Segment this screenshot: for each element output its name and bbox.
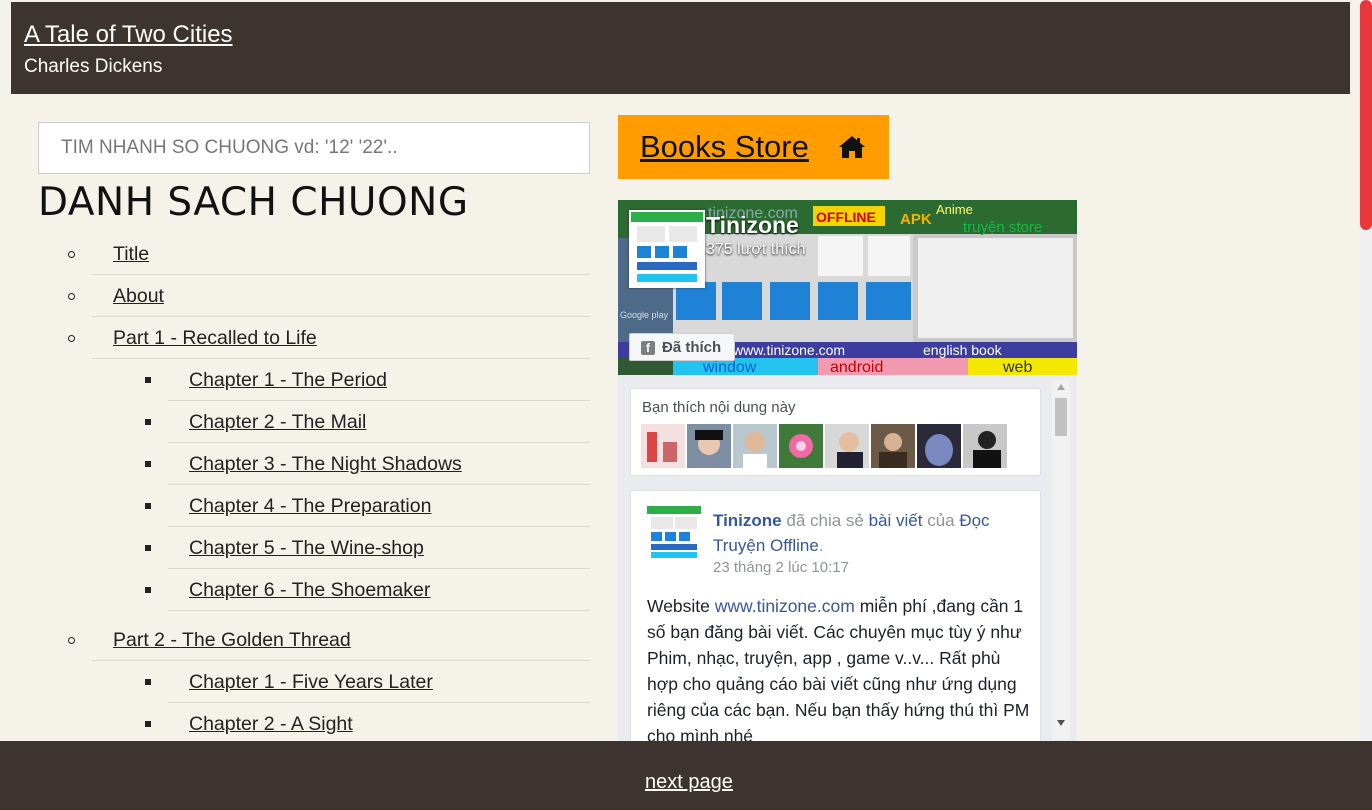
facebook-scrollbar-thumb[interactable]: [1055, 398, 1067, 436]
home-icon: [839, 136, 865, 158]
circle-bullet-icon: [68, 637, 75, 644]
post-timestamp[interactable]: 23 tháng 2 lúc 10:17: [713, 559, 849, 576]
toc-link[interactable]: Chapter 4 - The Preparation: [189, 495, 431, 518]
toc-link[interactable]: Chapter 3 - The Night Shadows: [189, 453, 462, 476]
post-body-prefix: Website: [647, 596, 715, 616]
friend-avatar[interactable]: [825, 424, 869, 468]
toc-part-item: Part 1 - Recalled to Life: [68, 317, 590, 359]
toc-link[interactable]: Chapter 2 - A Sight: [189, 713, 353, 736]
post-shared-link[interactable]: bài viết: [869, 511, 923, 530]
cover-text-store: truyện store: [963, 219, 1042, 236]
cover-text-english: english book: [923, 342, 1003, 358]
square-bullet-icon: [145, 503, 151, 509]
post-author-avatar[interactable]: [647, 506, 701, 560]
facebook-liked-button[interactable]: f Đã thích: [629, 333, 735, 361]
facebook-page-widget: tinizone.com OFFLINE APK Anime truyện st…: [618, 200, 1077, 745]
facebook-post-card: Tinizone đã chia sẻ bài viết của Đọc Tru…: [630, 490, 1041, 745]
cover-text-googleplay: Google play: [620, 310, 669, 320]
site-footer: next page: [0, 741, 1372, 810]
book-author: Charles Dickens: [24, 56, 163, 77]
square-bullet-icon: [145, 679, 151, 685]
circle-bullet-icon: [68, 335, 75, 342]
post-author-link[interactable]: Tinizone: [713, 511, 782, 530]
page-scrollbar[interactable]: [1360, 0, 1372, 810]
square-bullet-icon: [145, 587, 151, 593]
facebook-widget-scrollbar[interactable]: [1052, 380, 1070, 740]
toc-chapter-item: Chapter 2 - The Mail: [145, 401, 590, 443]
toc-link[interactable]: Title: [113, 243, 149, 266]
toc-part-item: Title: [68, 233, 590, 275]
post-shared-text: đã chia sẻ: [781, 511, 869, 530]
cover-text-window: window: [702, 359, 757, 375]
toc-link[interactable]: Chapter 1 - Five Years Later: [189, 671, 433, 694]
friend-avatar[interactable]: [871, 424, 915, 468]
post-period: .: [818, 536, 824, 555]
scroll-up-arrow-icon[interactable]: [1057, 384, 1065, 390]
cover-text-web: web: [1002, 359, 1032, 375]
friend-avatar[interactable]: [641, 424, 685, 468]
toc-part-item: About: [68, 275, 590, 317]
facebook-liked-label: Đã thích: [662, 339, 722, 356]
circle-bullet-icon: [68, 293, 75, 300]
toc-chapter-item: Chapter 3 - The Night Shadows: [145, 443, 590, 485]
toc-link[interactable]: Part 1 - Recalled to Life: [113, 327, 317, 350]
square-bullet-icon: [145, 545, 151, 551]
chapter-search-input[interactable]: [38, 122, 590, 174]
cover-text-url: www.tinizone.com: [732, 342, 845, 358]
facebook-icon: f: [641, 341, 655, 355]
scroll-down-arrow-icon[interactable]: [1057, 720, 1065, 726]
toc-link[interactable]: Chapter 1 - The Period: [189, 369, 387, 392]
toc-link[interactable]: Chapter 5 - The Wine-shop: [189, 537, 424, 560]
chapter-list-heading: DANH SACH CHUONG: [38, 180, 469, 225]
toc-chapter-item: Chapter 1 - Five Years Later: [145, 661, 590, 703]
facebook-friends-card: Bạn thích nội dung này: [630, 388, 1041, 476]
cover-text-android: android: [830, 359, 883, 375]
cover-text-apk: APK: [900, 211, 932, 228]
post-of-text: của: [922, 511, 960, 530]
square-bullet-icon: [145, 721, 151, 727]
books-store-label: Books Store: [640, 129, 809, 164]
site-header: A Tale of Two Cities Charles Dickens: [11, 2, 1350, 94]
toc-link[interactable]: Part 2 - The Golden Thread: [113, 629, 351, 652]
friends-like-label: Bạn thích nội dung này: [642, 399, 796, 416]
friend-avatar[interactable]: [779, 424, 823, 468]
square-bullet-icon: [145, 419, 151, 425]
facebook-page-name[interactable]: Tinizone: [706, 212, 799, 239]
next-page-link[interactable]: next page: [645, 771, 733, 794]
toc-chapter-item: Chapter 2 - A Sight: [145, 703, 590, 745]
book-title-link[interactable]: A Tale of Two Cities: [24, 21, 233, 49]
toc-link[interactable]: Chapter 2 - The Mail: [189, 411, 366, 434]
page-scrollbar-thumb[interactable]: [1360, 0, 1372, 230]
facebook-page-avatar[interactable]: [629, 210, 705, 288]
circle-bullet-icon: [68, 251, 75, 258]
square-bullet-icon: [145, 461, 151, 467]
toc-chapter-item: Chapter 1 - The Period: [145, 359, 590, 401]
cover-text-offline: OFFLINE: [816, 209, 876, 225]
friend-avatar[interactable]: [733, 424, 777, 468]
toc-chapter-item: Chapter 6 - The Shoemaker: [145, 569, 590, 611]
friend-avatar[interactable]: [963, 424, 1007, 468]
toc-link[interactable]: About: [113, 285, 164, 308]
toc-part-item: Part 2 - The Golden Thread: [68, 619, 590, 661]
post-body: Website www.tinizone.com miễn phí ,đang …: [647, 593, 1033, 745]
facebook-like-count: 375 lượt thích: [706, 241, 806, 258]
post-body-text: miễn phí ,đang cần 1 số bạn đăng bài viế…: [647, 596, 1030, 745]
cover-text-anime: Anime: [936, 202, 973, 217]
post-header: Tinizone đã chia sẻ bài viết của Đọc Tru…: [713, 508, 1033, 558]
friend-avatar[interactable]: [687, 424, 731, 468]
toc-chapter-item: Chapter 4 - The Preparation: [145, 485, 590, 527]
toc-link[interactable]: Chapter 6 - The Shoemaker: [189, 579, 430, 602]
books-store-button[interactable]: Books Store: [618, 115, 889, 179]
square-bullet-icon: [145, 377, 151, 383]
friend-avatar[interactable]: [917, 424, 961, 468]
post-body-link[interactable]: www.tinizone.com: [715, 596, 855, 616]
toc-chapter-item: Chapter 5 - The Wine-shop: [145, 527, 590, 569]
facebook-cover-image[interactable]: tinizone.com OFFLINE APK Anime truyện st…: [618, 200, 1077, 375]
